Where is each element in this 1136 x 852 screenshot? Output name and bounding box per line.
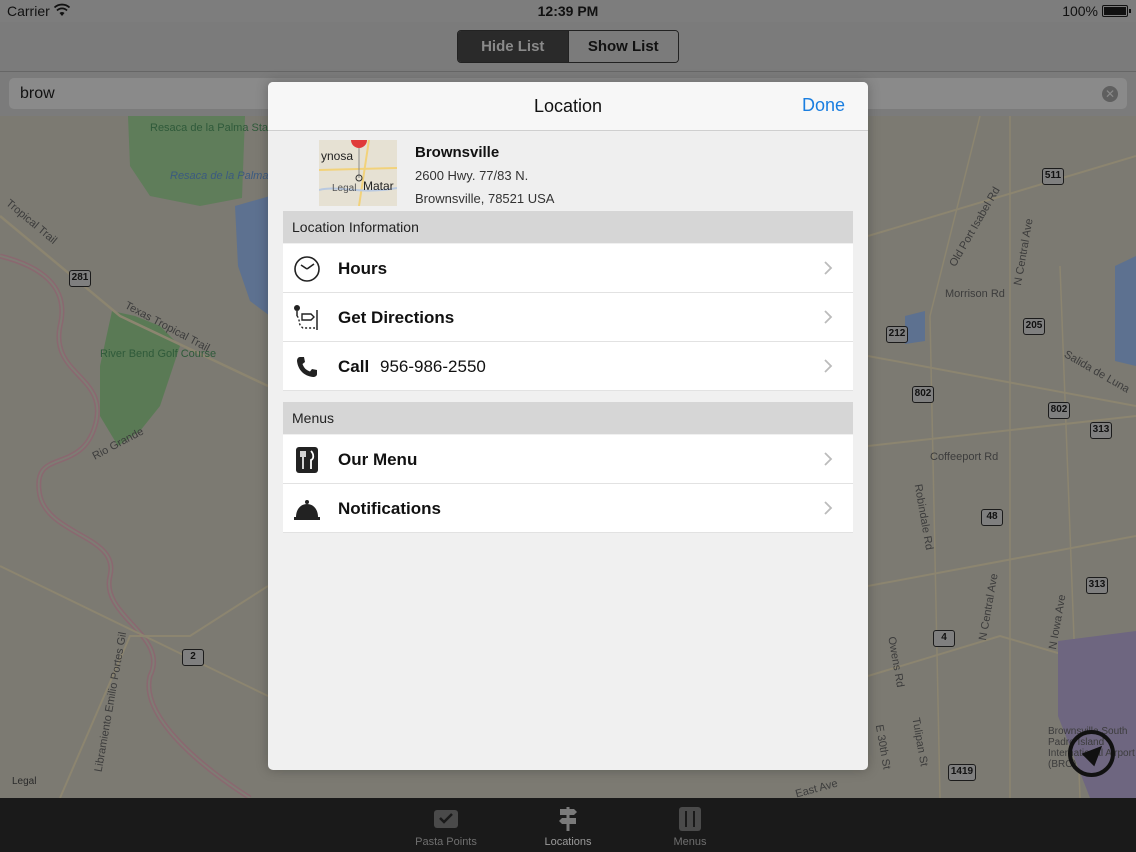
modal-header: Location Done [268, 82, 868, 131]
row-our-menu[interactable]: Our Menu [283, 435, 853, 484]
list-toggle-segmented-control: Hide List Show List [457, 30, 679, 63]
nav-bar: Hide List Show List [0, 22, 1136, 72]
battery-percent: 100% [1062, 3, 1098, 19]
highway-shield: 281 [69, 270, 91, 287]
tab-label: Locations [544, 836, 592, 848]
row-notifications[interactable]: Notifications [283, 484, 853, 533]
signpost-icon [559, 807, 577, 831]
battery-icon [1102, 5, 1131, 17]
clear-search-icon[interactable]: ✕ [1102, 86, 1118, 102]
row-label: Notifications [338, 499, 441, 518]
row-get-directions[interactable]: Get Directions [283, 293, 853, 342]
highway-shield: 802 [1048, 402, 1070, 419]
section-header-menus: Menus [283, 402, 853, 434]
map-label-park: Resaca de la Palma State Park [150, 122, 303, 134]
chevron-right-icon [824, 501, 833, 515]
tab-pasta-points[interactable]: Pasta Points [386, 798, 506, 852]
thumb-label: Matar [363, 179, 394, 193]
highway-shield: 2 [182, 649, 204, 666]
row-hours[interactable]: Hours [283, 244, 853, 293]
location-map-thumbnail[interactable]: ynosa Matar Legal [319, 140, 397, 206]
row-call[interactable]: Call 956-986-2550 [283, 342, 853, 391]
status-bar: Carrier 12:39 PM 100% [0, 0, 1136, 22]
chevron-right-icon [824, 310, 833, 324]
menu-icon [679, 807, 701, 831]
thumb-label: ynosa [321, 149, 354, 163]
row-label: Get Directions [338, 308, 455, 327]
chevron-right-icon [824, 359, 833, 373]
highway-shield: 212 [886, 326, 908, 343]
location-address-line2: Brownsville, 78521 USA [415, 191, 555, 206]
tab-locations[interactable]: Locations [508, 798, 628, 852]
map-legal-link[interactable]: Legal [12, 776, 36, 787]
tab-menus[interactable]: Menus [630, 798, 750, 852]
location-address-line1: 2600 Hwy. 77/83 N. [415, 168, 529, 183]
bell-icon [294, 500, 320, 520]
row-label: Hours [338, 259, 388, 278]
highway-shield: 48 [981, 509, 1003, 526]
highway-shield: 511 [1042, 168, 1064, 185]
map-label-road: Coffeeport Rd [930, 451, 999, 463]
directions-icon [294, 305, 318, 330]
phone-icon [297, 357, 317, 377]
points-icon [434, 810, 458, 828]
highway-shield: 4 [933, 630, 955, 647]
clock-icon [294, 256, 320, 282]
location-card: ynosa Matar Legal Brownsville 2600 Hwy. … [268, 132, 868, 210]
map-label-road: Morrison Rd [945, 288, 1005, 300]
tab-bar: Pasta Points Locations Menus [0, 798, 1136, 852]
highway-shield: 802 [912, 386, 934, 403]
highway-shield: 205 [1023, 318, 1045, 335]
row-label: Our Menu [338, 450, 418, 469]
highway-shield: 1419 [948, 764, 976, 781]
location-name: Brownsville [415, 144, 500, 161]
fork-knife-icon [296, 447, 318, 473]
section-header-location-information: Location Information [283, 211, 853, 243]
location-modal: Location Done ynosa Matar Legal Brownsvi… [268, 82, 868, 770]
chevron-right-icon [824, 261, 833, 275]
clock-time: 12:39 PM [537, 3, 599, 19]
show-list-button[interactable]: Show List [567, 31, 678, 62]
map-label-golf: River Bend Golf Course [100, 348, 217, 360]
map-label-water: Resaca de la Palma [170, 170, 269, 182]
hide-list-button[interactable]: Hide List [458, 31, 568, 62]
highway-shield: 313 [1090, 422, 1112, 439]
compass-icon[interactable] [1068, 730, 1115, 777]
tab-label: Menus [673, 836, 707, 848]
phone-number: 956-986-2550 [380, 357, 486, 376]
tab-label: Pasta Points [415, 836, 477, 848]
chevron-right-icon [824, 452, 833, 466]
row-label: Call [338, 357, 370, 376]
highway-shield: 313 [1086, 577, 1108, 594]
done-button[interactable]: Done [802, 95, 845, 116]
thumb-legal: Legal [332, 183, 357, 194]
modal-title: Location [533, 96, 603, 116]
